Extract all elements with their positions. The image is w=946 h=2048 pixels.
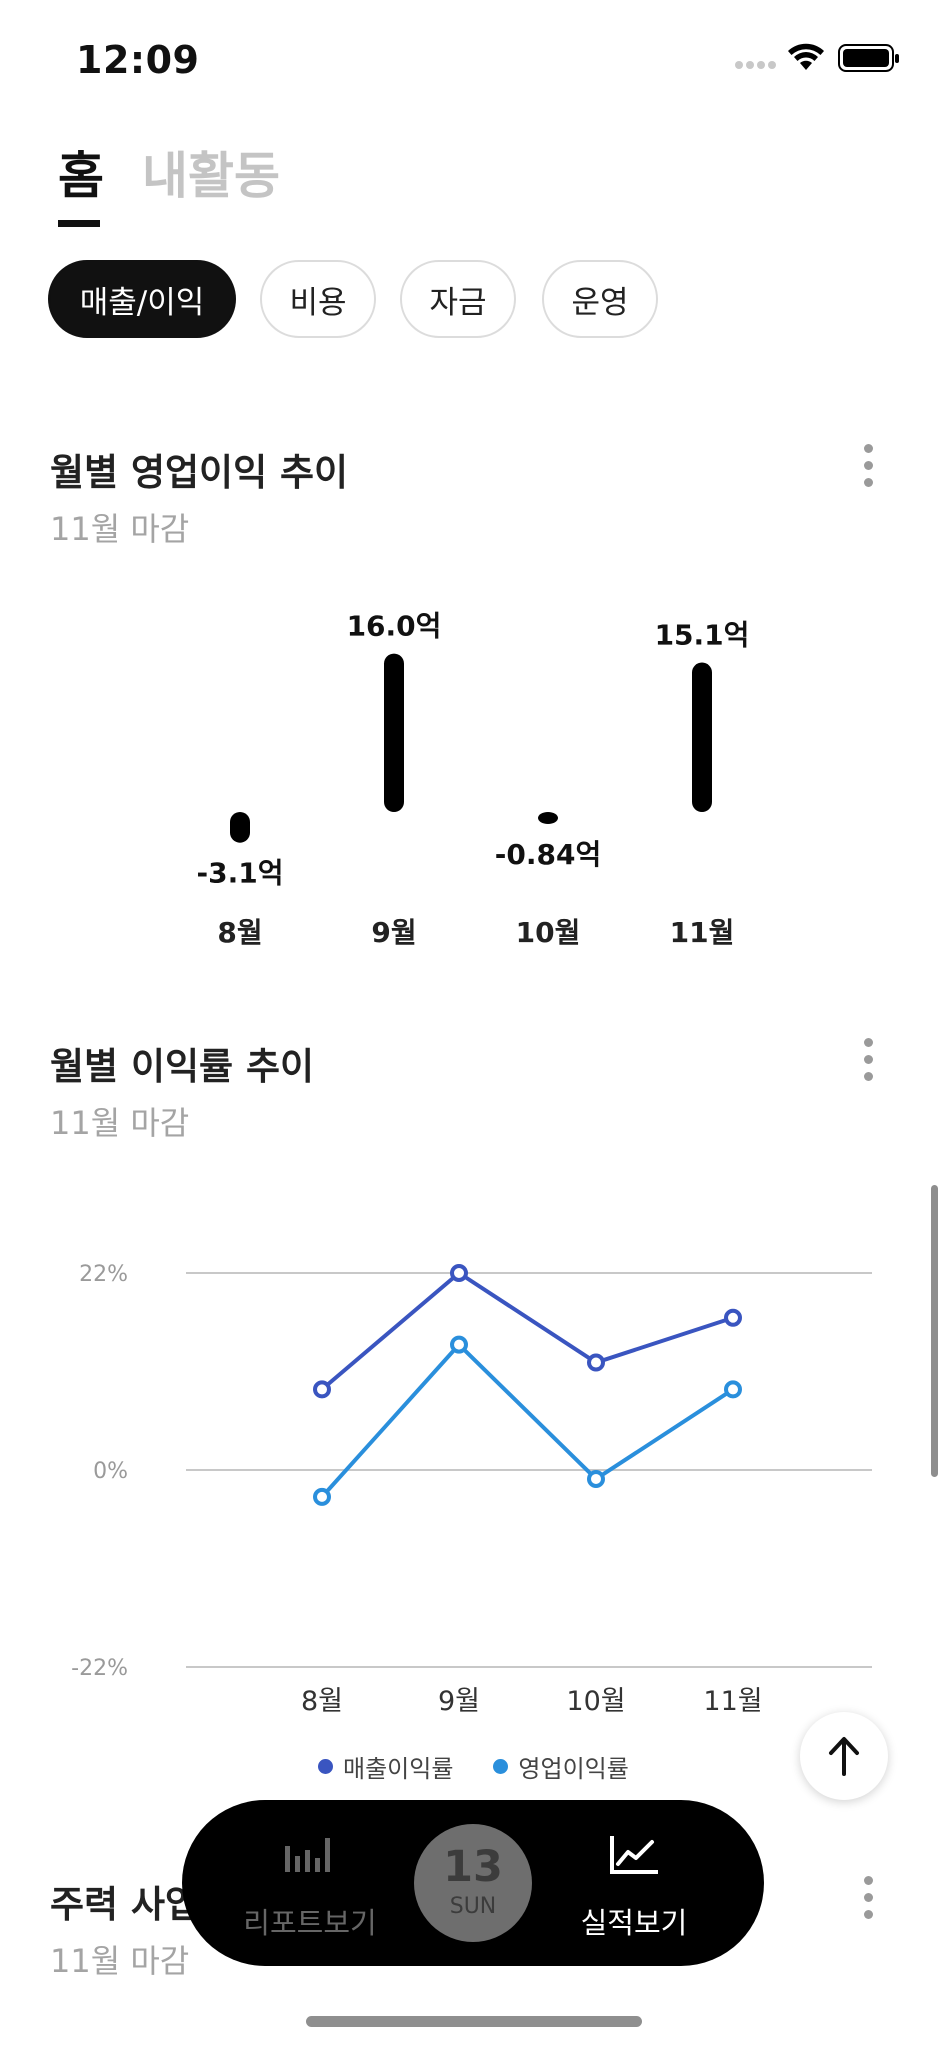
section-title: 월별 이익률 추이: [50, 1045, 315, 1088]
x-axis-label: 11월: [703, 1686, 762, 1717]
data-point: [450, 1335, 468, 1354]
bar-chart-icon: [285, 1838, 330, 1872]
cellular-signal-icon: [735, 61, 776, 69]
data-point: [587, 1469, 605, 1488]
status-bar: 12:09: [0, 0, 946, 110]
date-day: 13: [443, 1842, 503, 1892]
nav-performance-view[interactable]: 실적보기: [534, 1800, 734, 1966]
date-weekday: SUN: [449, 1894, 497, 1919]
data-point: [724, 1308, 742, 1327]
line-chart-icon: [610, 1836, 658, 1874]
section-title: 주력 사업: [50, 1883, 200, 1926]
section-subtitle: 11월 마감: [50, 510, 190, 548]
data-point: [724, 1380, 742, 1399]
data-point: [313, 1487, 331, 1506]
bar-value-label: -0.84억: [495, 838, 601, 871]
chip-revenue-profit[interactable]: 매출/이익: [48, 260, 236, 338]
scrollbar[interactable]: [931, 1185, 938, 1477]
active-tab-indicator: [58, 220, 100, 227]
section-subtitle: 11월 마감: [50, 1942, 190, 1980]
legend-marker: [318, 1758, 333, 1774]
data-point: [587, 1353, 605, 1372]
nav-report-view[interactable]: 리포트보기: [210, 1800, 410, 1966]
wifi-icon: [788, 43, 824, 70]
y-axis-tick-label: 22%: [79, 1262, 128, 1287]
x-axis-label: 10월: [566, 1686, 625, 1717]
x-axis-label: 11월: [670, 916, 735, 949]
section-subtitle: 11월 마감: [50, 1104, 190, 1142]
chip-funds[interactable]: 자금: [400, 260, 516, 338]
x-axis-label: 10월: [516, 916, 581, 949]
x-axis-label: 9월: [438, 1686, 480, 1717]
bottom-navigation: 리포트보기 13 SUN 실적보기: [182, 1800, 764, 1966]
series-line: [320, 1271, 734, 1391]
tab-my-activity[interactable]: 내활동: [142, 136, 280, 208]
section-title: 월별 영업이익 추이: [50, 451, 349, 494]
legend-marker: [493, 1758, 509, 1774]
operating-profit-bar-chart: -3.1억 8월 16.0억 9월 -0.84억 10월 15.1억 11월: [197, 610, 750, 949]
more-options-icon[interactable]: [860, 1038, 876, 1088]
legend-item: 영업이익률: [493, 1749, 629, 1784]
bar: [230, 812, 250, 843]
scroll-to-top-button[interactable]: [800, 1712, 888, 1800]
tab-home[interactable]: 홈: [58, 136, 104, 208]
chip-cost[interactable]: 비용: [260, 260, 376, 338]
legend-label: 영업이익률: [518, 1754, 629, 1783]
x-axis-label: 8월: [301, 1686, 343, 1717]
bar-value-label: 16.0억: [347, 610, 442, 643]
data-point: [313, 1380, 331, 1399]
status-time: 12:09: [76, 38, 200, 82]
bar-value-label: -3.1억: [197, 857, 284, 890]
profit-rate-line-chart: 22% 0% -22% 8월 9월 10월 11월: [71, 1262, 872, 1717]
data-point: [450, 1264, 468, 1282]
bar-value-label: 15.1억: [655, 619, 750, 652]
x-axis-label: 9월: [371, 916, 416, 949]
chip-operation[interactable]: 운영: [542, 260, 658, 338]
more-options-icon[interactable]: [860, 1876, 876, 1926]
bar: [538, 812, 558, 824]
series-line: [320, 1342, 735, 1499]
bar: [384, 653, 404, 812]
legend-item: 매출이익률: [318, 1749, 453, 1784]
y-axis-tick-label: -22%: [71, 1656, 128, 1681]
more-options-icon[interactable]: [860, 444, 876, 494]
bar: [692, 662, 712, 812]
today-date-button[interactable]: 13 SUN: [414, 1824, 532, 1942]
nav-performance-label: 실적보기: [580, 1906, 688, 1940]
x-axis-label: 8월: [217, 916, 262, 949]
battery-icon: [838, 44, 899, 72]
legend-label: 매출이익률: [343, 1754, 454, 1783]
nav-report-label: 리포트보기: [243, 1906, 377, 1940]
y-axis-tick-label: 0%: [93, 1459, 128, 1484]
chart-legend: 매출이익률 영업이익률: [318, 1748, 669, 1784]
home-indicator: [306, 2016, 642, 2027]
arrow-up-icon: [829, 1737, 859, 1776]
